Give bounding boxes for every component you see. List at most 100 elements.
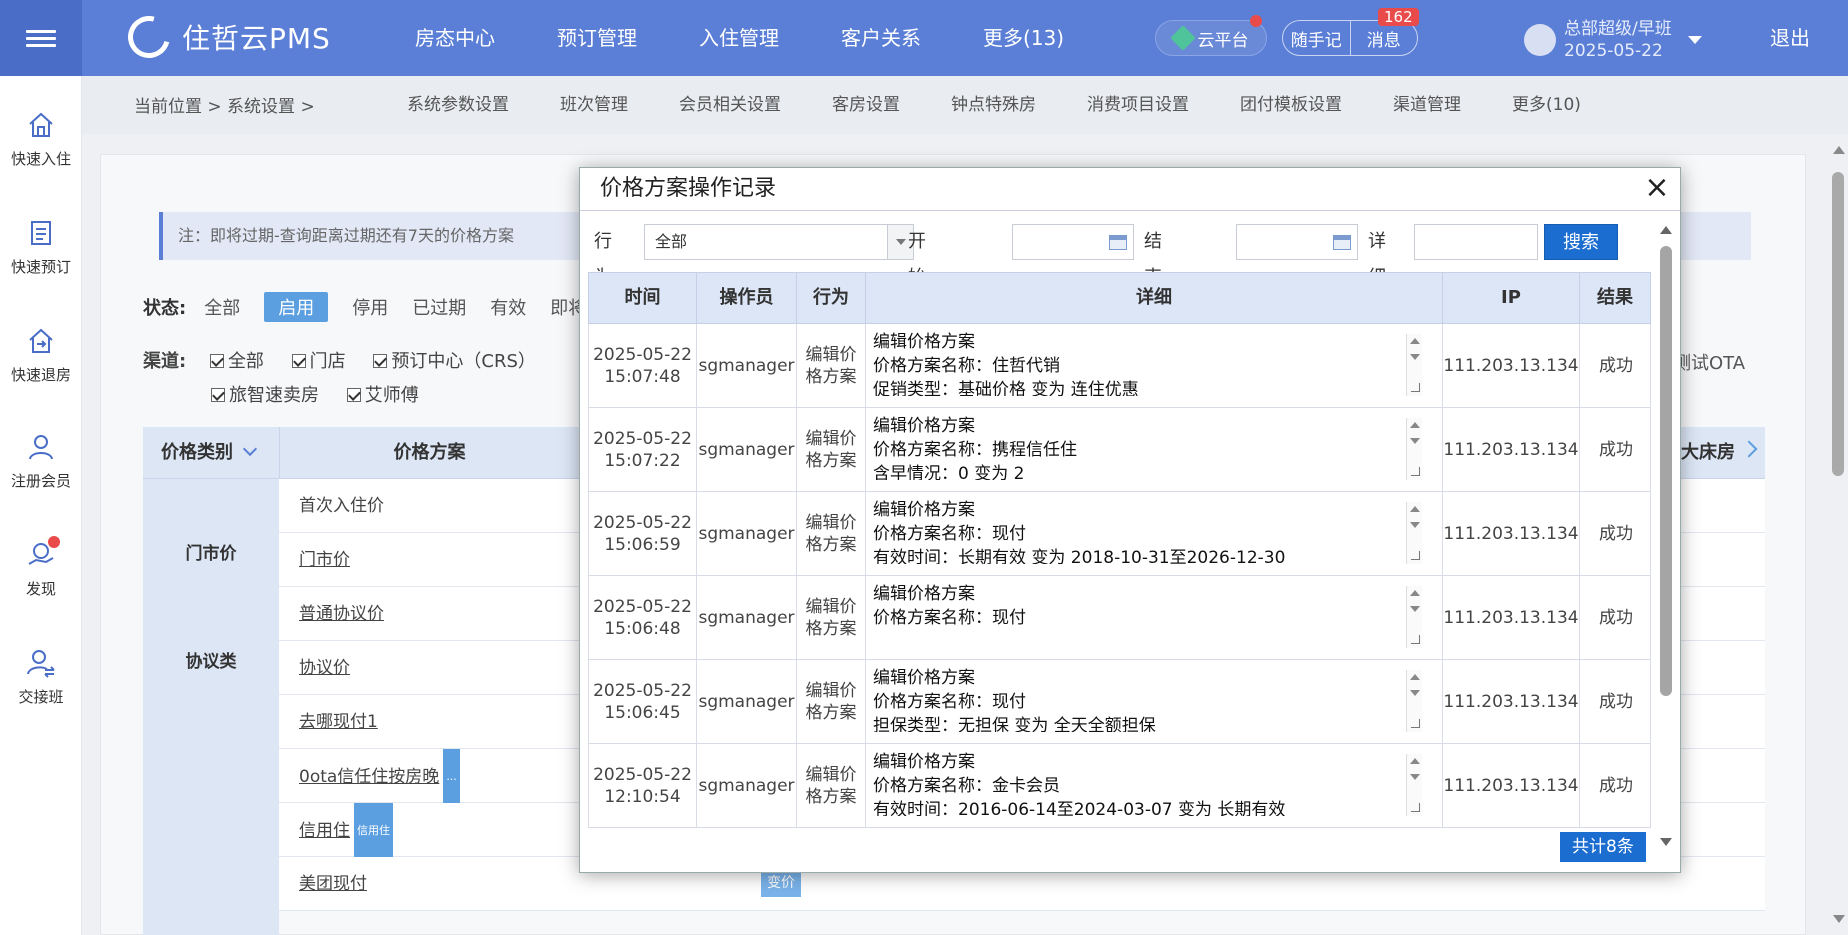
scroll-down-icon[interactable] [1410,354,1420,360]
detail-textarea[interactable]: 编辑价格方案 价格方案名称：现付 担保类型：无担保 变为 全天全额担保 [872,666,1422,732]
nav-checkin[interactable]: 入住管理 [699,0,779,76]
scroll-up-icon[interactable] [1410,590,1420,596]
search-button[interactable]: 搜索 [1544,224,1618,260]
detail-scrollbar[interactable] [1406,754,1422,816]
start-time-input[interactable] [1012,224,1134,260]
plan-link[interactable]: 门市价 [299,533,350,587]
sidebar-item-quick-checkout[interactable]: 快速退房 [0,326,82,385]
scroll-thumb[interactable] [1660,246,1672,696]
table-row: 2025-05-22 15:06:45 sgmanager 编辑价 格方案 编辑价格方案价… [588,660,1651,744]
scroll-up-icon[interactable] [1410,758,1420,764]
tab-system-params[interactable]: 系统参数设置 [407,76,509,134]
chevron-right-icon[interactable] [1740,440,1758,458]
tab-group-template[interactable]: 团付模板设置 [1240,76,1342,134]
change-price-button[interactable]: 变价 [761,869,801,897]
resize-grip-icon[interactable] [1411,383,1420,392]
plan-link[interactable]: 0ota信任住按房晚... [299,749,460,805]
nav-crm[interactable]: 客户关系 [841,0,921,76]
detail-scrollbar[interactable] [1406,586,1422,648]
column-header-category[interactable]: 价格类别 [143,427,279,479]
scroll-up-icon[interactable] [1410,506,1420,512]
nav-more[interactable]: 更多(13) [983,0,1064,76]
detail-scrollbar[interactable] [1406,670,1422,732]
resize-grip-icon[interactable] [1411,551,1420,560]
scroll-thumb[interactable] [1832,172,1844,476]
calendar-icon[interactable] [1333,235,1351,250]
resize-grip-icon[interactable] [1411,635,1420,644]
channel-store[interactable]: 门店 [291,351,346,372]
cloud-platform-button[interactable]: 云平台 [1155,15,1267,56]
tab-room-settings[interactable]: 客房设置 [832,76,900,134]
scroll-up-icon[interactable] [1410,338,1420,344]
plan-name: 首次入住价 [299,496,384,516]
sidebar-item-register-member[interactable]: 注册会员 [0,432,82,491]
tab-shift[interactable]: 班次管理 [560,76,628,134]
channel-aishifu[interactable]: 艾师傅 [346,385,419,406]
scroll-down-icon[interactable] [1410,606,1420,612]
log-detail: 编辑价格方案 价格方案名称：金卡会员 有效时间：2016-06-14至2024-03… [866,744,1443,827]
scroll-down-icon[interactable] [1410,522,1420,528]
sidebar-item-label: 发现 [25,580,56,598]
memo-button[interactable]: 随手记 [1283,21,1350,55]
tab-more[interactable]: 更多(10) [1512,76,1581,134]
tab-member-settings[interactable]: 会员相关设置 [679,76,781,134]
resize-grip-icon[interactable] [1411,719,1420,728]
tab-consumption-items[interactable]: 消费项目设置 [1087,76,1189,134]
status-all[interactable]: 全部 [204,294,240,320]
logout-button[interactable]: 退出 [1770,0,1810,76]
end-time-input[interactable] [1236,224,1358,260]
checkbox-checked-icon [373,354,388,368]
sidebar-item-quick-checkin[interactable]: 快速入住 [0,110,82,169]
detail-scrollbar[interactable] [1406,418,1422,480]
detail-scrollbar[interactable] [1406,334,1422,396]
status-disabled[interactable]: 停用 [352,294,388,320]
resize-grip-icon[interactable] [1411,803,1420,812]
detail-textarea[interactable]: 编辑价格方案 价格方案名称：携程信任住 含早情况：0 变为 2 [872,414,1422,480]
nav-booking[interactable]: 预订管理 [557,0,637,76]
plan-link[interactable]: 协议价 [299,641,350,695]
close-icon[interactable]: × [1642,173,1672,204]
tab-hourly-room[interactable]: 钟点特殊房 [951,76,1036,134]
channel-crs[interactable]: 预订中心（CRS） [373,351,536,372]
detail-scrollbar[interactable] [1406,502,1422,564]
sidebar-item-shift-handover[interactable]: 交接班 [0,648,82,707]
detail-textarea[interactable]: 编辑价格方案 价格方案名称：现付 有效时间：长期有效 变为 2018-10-31至2… [872,498,1422,564]
scroll-down-icon[interactable] [1833,915,1845,923]
nav-room-status[interactable]: 房态中心 [415,0,495,76]
scroll-up-icon[interactable] [1410,422,1420,428]
scroll-down-icon[interactable] [1660,838,1672,846]
scroll-down-icon[interactable] [1410,690,1420,696]
scroll-up-icon[interactable] [1660,226,1672,234]
status-valid[interactable]: 有效 [490,294,526,320]
sidebar-item-quick-booking[interactable]: 快速预订 [0,218,82,277]
status-enabled[interactable]: 启用 [264,292,329,322]
message-button[interactable]: 消息 [1351,21,1418,55]
menu-toggle-button[interactable] [0,0,82,76]
scroll-up-icon[interactable] [1410,674,1420,680]
detail-filter-input[interactable] [1414,224,1538,260]
calendar-icon[interactable] [1109,235,1127,250]
resize-grip-icon[interactable] [1411,467,1420,476]
tab-channel[interactable]: 渠道管理 [1393,76,1461,134]
detail-textarea[interactable]: 编辑价格方案 价格方案名称：住哲代销 促销类型：基础价格 变为 连住优惠 [872,330,1422,396]
plan-link[interactable]: 去哪现付1 [299,695,378,749]
plan-link[interactable]: 美团现付 [299,857,367,911]
modal-scrollbar[interactable] [1657,226,1675,846]
detail-textarea[interactable]: 编辑价格方案 价格方案名称：金卡会员 有效时间：2016-06-14至2024-03… [872,750,1422,816]
plan-link[interactable]: 普通协议价 [299,587,384,641]
channel-lvzhi[interactable]: 旅智速卖房 [211,385,319,406]
sidebar-item-discover[interactable]: 发现 [0,536,82,599]
log-result: 成功 [1599,355,1633,376]
scroll-down-icon[interactable] [1410,438,1420,444]
plan-link[interactable]: 信用住 信用住 [299,803,393,859]
detail-textarea[interactable]: 编辑价格方案 价格方案名称：现付 [872,582,1422,648]
channel-test-ota[interactable]: 测试OTA [1673,349,1745,375]
action-select[interactable]: 全部 [644,224,914,260]
status-expired[interactable]: 已过期 [412,294,466,320]
scroll-up-icon[interactable] [1833,146,1845,154]
page-scrollbar[interactable] [1828,134,1848,935]
user-menu[interactable]: 总部超级/早班 2025-05-22 [1524,18,1702,62]
channel-all[interactable]: 全部 [209,351,264,372]
scroll-down-icon[interactable] [1410,774,1420,780]
detail-line: 价格方案名称：现付 [873,524,1026,544]
